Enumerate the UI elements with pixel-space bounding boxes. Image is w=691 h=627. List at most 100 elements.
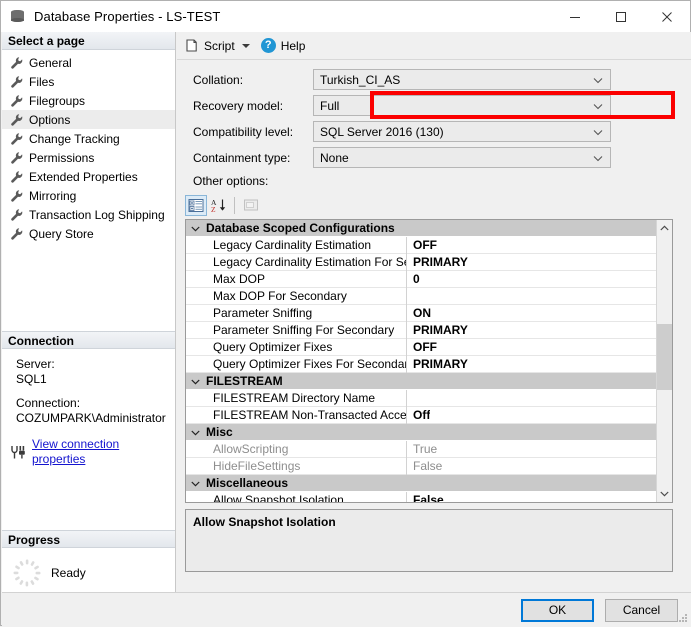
table-row[interactable]: Query Optimizer Fixes OFF bbox=[186, 338, 657, 356]
minimize-button[interactable] bbox=[552, 1, 598, 32]
sidebar-item-filegroups[interactable]: Filegroups bbox=[2, 91, 175, 110]
close-button[interactable] bbox=[644, 1, 690, 32]
sidebar-item-mirroring[interactable]: Mirroring bbox=[2, 186, 175, 205]
sidebar-item-label: Query Store bbox=[29, 226, 94, 241]
recovery-model-value: Full bbox=[320, 98, 340, 113]
grid-category-row[interactable]: Misc bbox=[186, 424, 657, 441]
table-row[interactable]: FILESTREAM Non-Transacted Access Off bbox=[186, 406, 657, 424]
chevron-collapse-icon[interactable] bbox=[186, 374, 204, 388]
property-value[interactable]: PRIMARY bbox=[407, 322, 468, 339]
property-value[interactable] bbox=[407, 288, 413, 305]
wrench-icon bbox=[10, 208, 24, 222]
title-bar: Database Properties - LS-TEST bbox=[1, 1, 690, 32]
scroll-up-button[interactable] bbox=[657, 220, 672, 236]
chevron-down-icon[interactable] bbox=[241, 43, 250, 48]
property-description-pane: Allow Snapshot Isolation bbox=[185, 509, 673, 572]
table-row[interactable]: FILESTREAM Directory Name bbox=[186, 389, 657, 407]
table-row[interactable]: HideFileSettings False bbox=[186, 457, 657, 475]
property-value[interactable] bbox=[407, 390, 413, 407]
resize-grip[interactable] bbox=[676, 612, 688, 624]
scrollbar-track[interactable] bbox=[657, 236, 672, 486]
recovery-model-combobox[interactable]: Full bbox=[313, 95, 611, 116]
grid-category-label: Database Scoped Configurations bbox=[206, 221, 395, 235]
property-name: Legacy Cardinality Estimation For Second… bbox=[186, 253, 407, 271]
table-row[interactable]: Allow Snapshot Isolation False bbox=[186, 491, 657, 503]
table-row[interactable]: Legacy Cardinality Estimation OFF bbox=[186, 236, 657, 254]
sidebar-item-label: Options bbox=[29, 112, 71, 127]
wrench-icon bbox=[10, 151, 24, 165]
property-value[interactable]: ON bbox=[407, 305, 431, 322]
grid-category-label: Misc bbox=[206, 425, 233, 439]
sidebar-item-general[interactable]: General bbox=[2, 53, 175, 72]
table-row[interactable]: Query Optimizer Fixes For Secondary PRIM… bbox=[186, 355, 657, 373]
wrench-icon bbox=[10, 227, 24, 241]
property-name: FILESTREAM Directory Name bbox=[186, 389, 407, 407]
property-value[interactable]: Off bbox=[407, 407, 430, 424]
options-form: Collation: Turkish_CI_AS Recovery model:… bbox=[177, 60, 691, 188]
chevron-down-icon bbox=[593, 125, 610, 139]
sidebar-item-label: Mirroring bbox=[29, 188, 77, 203]
property-value[interactable]: PRIMARY bbox=[407, 254, 468, 271]
property-value[interactable]: 0 bbox=[407, 271, 420, 288]
help-icon[interactable]: ? bbox=[260, 38, 276, 53]
table-row[interactable]: AllowScripting True bbox=[186, 440, 657, 458]
chevron-collapse-icon[interactable] bbox=[186, 425, 204, 439]
property-grid[interactable]: Database Scoped Configurations Legacy Ca… bbox=[185, 219, 673, 503]
grid-category-row[interactable]: Miscellaneous bbox=[186, 475, 657, 492]
containment-type-row: Containment type: None bbox=[177, 147, 691, 168]
grid-category-row[interactable]: Database Scoped Configurations bbox=[186, 220, 657, 237]
compatibility-level-combobox[interactable]: SQL Server 2016 (130) bbox=[313, 121, 611, 142]
cancel-button[interactable]: Cancel bbox=[605, 599, 678, 622]
sidebar-item-label: Files bbox=[29, 74, 55, 89]
chevron-down-icon bbox=[593, 73, 610, 87]
collation-combobox[interactable]: Turkish_CI_AS bbox=[313, 69, 611, 90]
sidebar-item-options[interactable]: Options bbox=[2, 110, 175, 129]
connection-plug-icon bbox=[10, 445, 27, 460]
view-connection-properties-link[interactable]: View connection properties bbox=[32, 437, 175, 467]
table-row[interactable]: Max DOP For Secondary bbox=[186, 287, 657, 305]
sidebar-item-extended-properties[interactable]: Extended Properties bbox=[2, 167, 175, 186]
table-row[interactable]: Parameter Sniffing For Secondary PRIMARY bbox=[186, 321, 657, 339]
sidebar-item-query-store[interactable]: Query Store bbox=[2, 224, 175, 243]
property-name: Query Optimizer Fixes For Secondary bbox=[186, 355, 407, 373]
scrollbar-thumb[interactable] bbox=[657, 324, 672, 390]
alphabetical-sort-button[interactable]: A Z bbox=[207, 195, 229, 216]
property-grid-toolbar: A Z bbox=[177, 193, 691, 217]
wrench-icon bbox=[10, 189, 24, 203]
sidebar-item-files[interactable]: Files bbox=[2, 72, 175, 91]
containment-type-combobox[interactable]: None bbox=[313, 147, 611, 168]
property-value[interactable]: PRIMARY bbox=[407, 356, 468, 373]
database-properties-dialog: Database Properties - LS-TEST Select a p… bbox=[0, 0, 691, 626]
sidebar-item-label: Extended Properties bbox=[29, 169, 138, 184]
page-list: General Files Filegroups Options Change … bbox=[2, 50, 175, 243]
wrench-icon bbox=[10, 170, 24, 184]
chevron-collapse-icon[interactable] bbox=[186, 221, 204, 235]
sidebar-item-permissions[interactable]: Permissions bbox=[2, 148, 175, 167]
grid-category-label: FILESTREAM bbox=[206, 374, 283, 388]
sidebar-item-change-tracking[interactable]: Change Tracking bbox=[2, 129, 175, 148]
grid-category-row[interactable]: FILESTREAM bbox=[186, 373, 657, 390]
help-button-label[interactable]: Help bbox=[281, 39, 306, 53]
property-pages-button[interactable] bbox=[240, 195, 262, 216]
ok-button[interactable]: OK bbox=[521, 599, 594, 622]
wrench-icon bbox=[10, 75, 24, 89]
property-value[interactable]: OFF bbox=[407, 237, 437, 254]
table-row[interactable]: Parameter Sniffing ON bbox=[186, 304, 657, 322]
script-button-label[interactable]: Script bbox=[204, 39, 235, 53]
maximize-button[interactable] bbox=[598, 1, 644, 32]
progress-status: Ready bbox=[51, 566, 86, 580]
scroll-down-button[interactable] bbox=[657, 486, 672, 502]
property-value[interactable]: False bbox=[407, 492, 444, 503]
connection-info: Server: SQL1 Connection: COZUMPARK\Admin… bbox=[2, 349, 175, 467]
other-options-label: Other options: bbox=[193, 174, 269, 188]
table-row[interactable]: Legacy Cardinality Estimation For Second… bbox=[186, 253, 657, 271]
chevron-collapse-icon[interactable] bbox=[186, 476, 204, 490]
sidebar-item-transaction-log-shipping[interactable]: Transaction Log Shipping bbox=[2, 205, 175, 224]
grid-vertical-scrollbar[interactable] bbox=[656, 220, 672, 502]
categorized-view-button[interactable] bbox=[185, 194, 207, 216]
property-value[interactable]: OFF bbox=[407, 339, 437, 356]
property-grid-rows: Database Scoped Configurations Legacy Ca… bbox=[186, 220, 657, 502]
window-title: Database Properties - LS-TEST bbox=[34, 9, 221, 24]
progress-spinner-icon bbox=[12, 558, 42, 588]
table-row[interactable]: Max DOP 0 bbox=[186, 270, 657, 288]
